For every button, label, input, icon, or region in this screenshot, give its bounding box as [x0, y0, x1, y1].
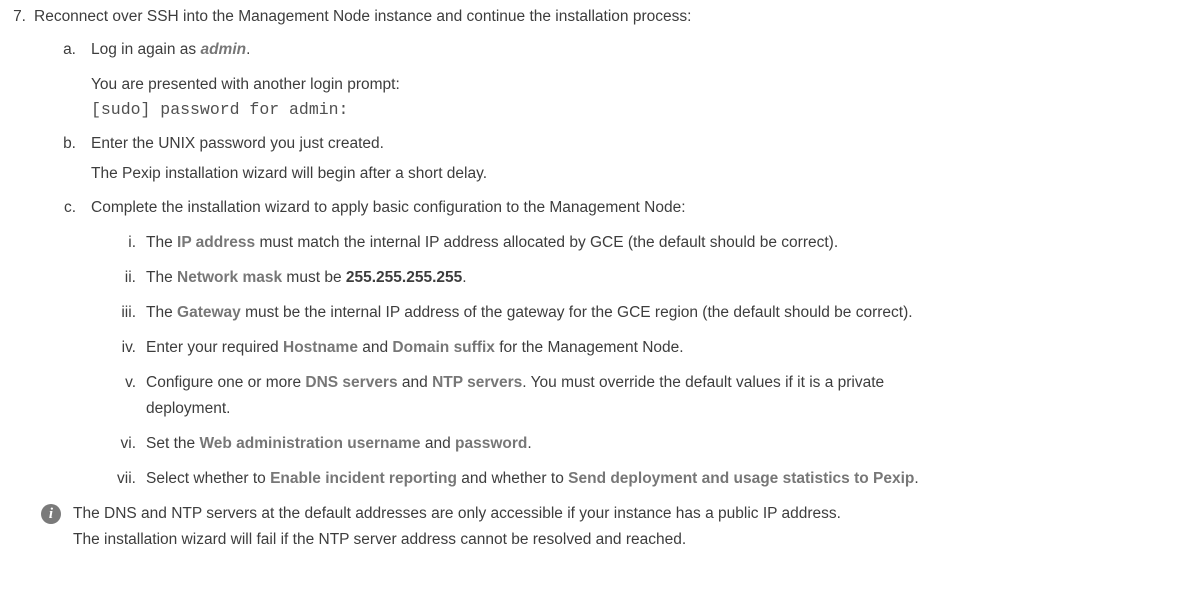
field-password: password	[455, 435, 528, 452]
info-note-line1: The DNS and NTP servers at the default a…	[73, 505, 841, 522]
sudo-prompt-code: [sudo] password for admin:	[91, 100, 349, 119]
item-marker-iii: iii.	[121, 304, 136, 321]
item-iii-pre: The	[146, 304, 178, 321]
admin-username: admin	[200, 41, 247, 58]
substep-marker-a: a.	[63, 41, 76, 58]
info-icon: i	[41, 504, 61, 524]
field-incident-reporting: Enable incident reporting	[270, 470, 457, 487]
field-ntp-servers: NTP servers	[432, 374, 523, 391]
item-i-pre: The	[146, 234, 178, 251]
item-i-post: must match the internal IP address alloc…	[255, 234, 839, 251]
item-vi-mid: and	[420, 435, 455, 452]
item-marker-vii: vii.	[117, 470, 136, 487]
field-gateway: Gateway	[177, 304, 241, 321]
item-v-text: Configure one or more DNS servers and NT…	[146, 373, 884, 393]
item-vii-pre: Select whether to	[146, 470, 271, 487]
item-ii-text: The Network mask must be 255.255.255.255…	[146, 268, 467, 288]
item-i-text: The IP address must match the internal I…	[146, 233, 838, 253]
field-ip-address: IP address	[177, 234, 256, 251]
item-v-continuation: deployment.	[146, 400, 231, 417]
network-mask-value: 255.255.255.255	[345, 269, 463, 286]
item-ii-post: .	[462, 269, 467, 286]
item-iii-text: The Gateway must be the internal IP addr…	[146, 303, 913, 323]
field-web-admin-username: Web administration username	[199, 435, 421, 452]
item-ii-pre: The	[146, 269, 178, 286]
item-marker-i: i.	[128, 234, 136, 251]
step-number: 7.	[13, 8, 26, 25]
substep-b-note: The Pexip installation wizard will begin…	[91, 165, 488, 182]
item-ii-mid: must be	[282, 269, 346, 286]
substep-a-text: Log in again as admin.	[91, 40, 250, 60]
item-vi-text: Set the Web administration username and …	[146, 434, 532, 454]
field-network-mask: Network mask	[177, 269, 283, 286]
item-vii-text: Select whether to Enable incident report…	[146, 469, 919, 489]
item-v-post: . You must override the default values i…	[522, 374, 885, 391]
substep-c-text: Complete the installation wizard to appl…	[91, 199, 686, 216]
field-domain-suffix: Domain suffix	[392, 339, 495, 356]
item-iv-text: Enter your required Hostname and Domain …	[146, 338, 684, 358]
substep-a-note: You are presented with another login pro…	[91, 76, 400, 93]
item-marker-vi: vi.	[120, 435, 137, 452]
item-marker-iv: iv.	[121, 339, 136, 356]
field-usage-statistics: Send deployment and usage statistics to …	[568, 470, 915, 487]
item-iii-post: must be the internal IP address of the g…	[240, 304, 913, 321]
substep-marker-c: c.	[63, 199, 76, 216]
info-note-line2: The installation wizard will fail if the…	[73, 531, 687, 548]
item-vii-mid: and whether to	[456, 470, 569, 487]
item-v-pre: Configure one or more	[146, 374, 306, 391]
item-marker-ii: ii.	[124, 269, 136, 286]
substep-b-text: Enter the UNIX password you just created…	[91, 135, 384, 152]
substep-a-prefix: Log in again as	[91, 41, 201, 58]
item-iv-mid: and	[357, 339, 393, 356]
item-vi-pre: Set the	[146, 435, 200, 452]
item-marker-v: v.	[125, 374, 136, 391]
item-vii-post: .	[914, 470, 919, 487]
field-hostname: Hostname	[283, 339, 358, 356]
substep-a-suffix: .	[246, 41, 251, 58]
field-dns-servers: DNS servers	[305, 374, 398, 391]
item-v-mid: and	[397, 374, 433, 391]
item-iv-post: for the Management Node.	[494, 339, 684, 356]
substep-marker-b: b.	[63, 135, 76, 152]
item-iv-pre: Enter your required	[146, 339, 283, 356]
item-vi-post: .	[527, 435, 532, 452]
step-text: Reconnect over SSH into the Management N…	[34, 8, 692, 25]
